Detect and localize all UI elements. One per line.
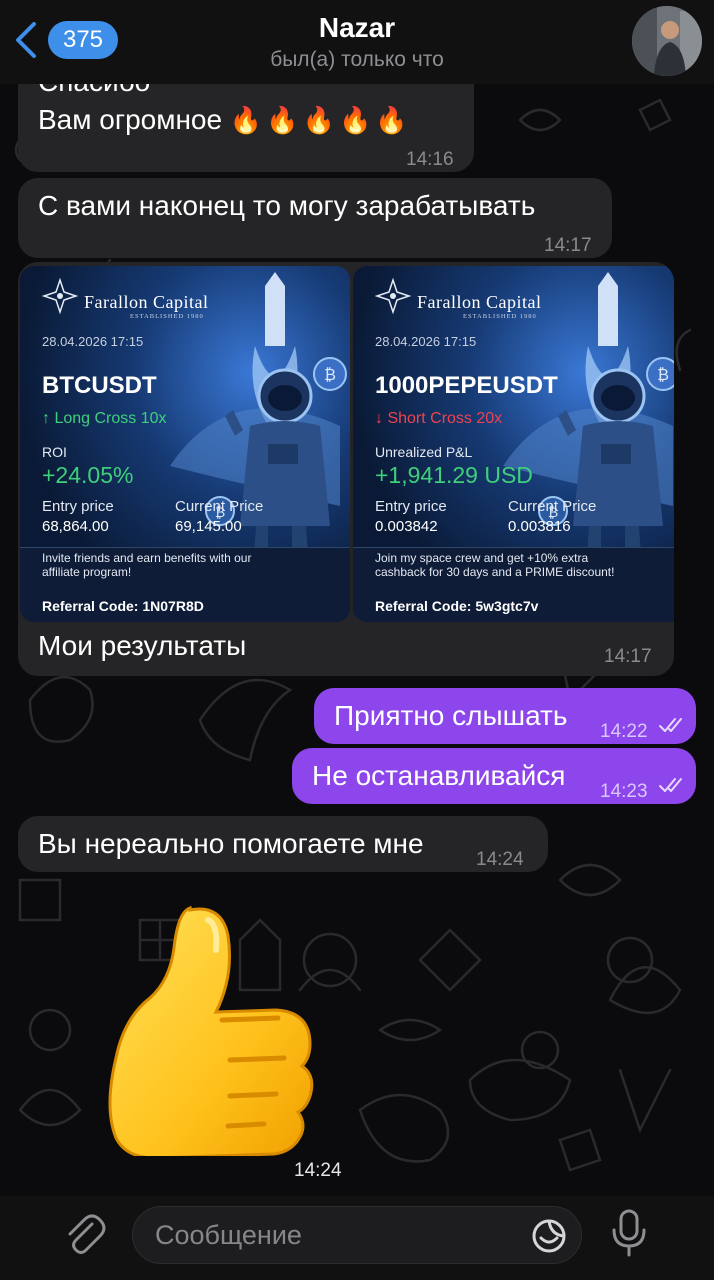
thumbs-up-emoji[interactable] — [70, 900, 330, 1156]
message-text: Мои результаты — [38, 630, 247, 661]
current-price-value: 0.003816 — [508, 518, 571, 535]
trade-date: 28.04.2026 17:15 — [375, 334, 477, 349]
contact-name[interactable]: Nazar — [0, 12, 714, 44]
sticker-icon[interactable] — [531, 1218, 567, 1254]
trade-card[interactable]: ₿ ₿ Farallon Capital ESTABLISHED 1980 28… — [353, 266, 674, 622]
metric-value: +1,941.29 USD — [375, 462, 533, 488]
promo-text: Join my space crew and get +10% extra ca… — [375, 551, 615, 579]
message-time: 14:16 — [406, 149, 454, 170]
entry-price-value: 68,864.00 — [42, 518, 109, 535]
brand-name: Farallon Capital — [84, 292, 209, 312]
message-outgoing[interactable]: Не останавливайся 14:23 — [292, 748, 696, 804]
svg-text:₿: ₿ — [324, 365, 336, 384]
message-time: 14:23 — [600, 781, 648, 802]
metric-value: +24.05% — [42, 462, 134, 488]
message-text: Не останавливайся — [312, 760, 566, 791]
message-time: 14:17 — [544, 235, 592, 256]
message-text: Вы нереально помогаете мне — [38, 828, 424, 859]
card-divider — [353, 547, 674, 548]
card-divider — [20, 547, 350, 548]
trade-card[interactable]: ₿ ₿ Farallon Capital ESTABLISHED 1980 28… — [20, 266, 350, 622]
message-time: 14:24 — [294, 1160, 342, 1181]
trade-symbol: BTCUSDT — [42, 372, 157, 399]
message-incoming-media[interactable]: ₿ ₿ Farallon Capital ESTABLISHED 1980 28… — [18, 262, 674, 676]
message-text: Вам огромное — [38, 104, 223, 135]
trade-direction: ↑ Long Cross 10x — [42, 410, 167, 427]
current-price-label: Current Price — [508, 498, 597, 515]
message-input-placeholder: Сообщение — [155, 1220, 302, 1250]
brand-name: Farallon Capital — [417, 292, 542, 312]
referral-code: Referral Code: 5w3gtc7v — [375, 598, 539, 614]
entry-price-value: 0.003842 — [375, 518, 438, 535]
entry-price-label: Entry price — [42, 498, 114, 515]
metric-label: ROI — [42, 444, 67, 460]
message-incoming[interactable]: Вы нереально помогаете мне 14:24 — [18, 816, 548, 872]
message-time: 14:17 — [604, 646, 652, 667]
current-price-value: 69,145.00 — [175, 518, 242, 535]
microphone-icon[interactable] — [608, 1208, 650, 1258]
double-check-icon — [659, 718, 682, 732]
message-composer: Сообщение — [0, 1196, 714, 1280]
current-price-label: Current Price — [175, 498, 264, 515]
metric-label: Unrealized P&L — [375, 444, 473, 460]
entry-price-label: Entry price — [375, 498, 447, 515]
message-text: С вами наконец то могу зарабатывать — [38, 190, 536, 221]
brand-subtitle: ESTABLISHED 1980 — [463, 313, 537, 320]
trade-direction: ↓ Short Cross 20x — [375, 410, 503, 427]
message-time: 14:22 — [600, 721, 648, 742]
message-time: 14:24 — [476, 849, 524, 870]
message-outgoing[interactable]: Приятно слышать 14:22 — [314, 688, 696, 744]
message-input[interactable]: Сообщение — [132, 1206, 582, 1264]
message-incoming[interactable]: С вами наконец то могу зарабатывать 14:1… — [18, 178, 612, 258]
referral-code: Referral Code: 1N07R8D — [42, 598, 204, 614]
avatar-photo — [632, 6, 702, 76]
avatar[interactable] — [632, 6, 702, 76]
trade-symbol: 1000PEPEUSDT — [375, 372, 558, 399]
message-text: Приятно слышать — [334, 700, 568, 731]
trade-date: 28.04.2026 17:15 — [42, 334, 144, 349]
double-check-icon — [659, 778, 682, 792]
contact-status: был(а) только что — [270, 48, 444, 71]
svg-text:₿: ₿ — [657, 365, 669, 384]
fire-emoji: 🔥🔥🔥🔥🔥 — [229, 105, 412, 135]
paperclip-icon[interactable] — [62, 1212, 108, 1258]
chat-header: 375 Nazar был(а) только что — [0, 0, 714, 84]
promo-text: Invite friends and earn benefits with ou… — [42, 551, 252, 579]
brand-subtitle: ESTABLISHED 1980 — [130, 313, 204, 320]
message-list: Спасибо Вам огромное 🔥🔥🔥🔥🔥 14:16 С вами … — [0, 0, 714, 1200]
